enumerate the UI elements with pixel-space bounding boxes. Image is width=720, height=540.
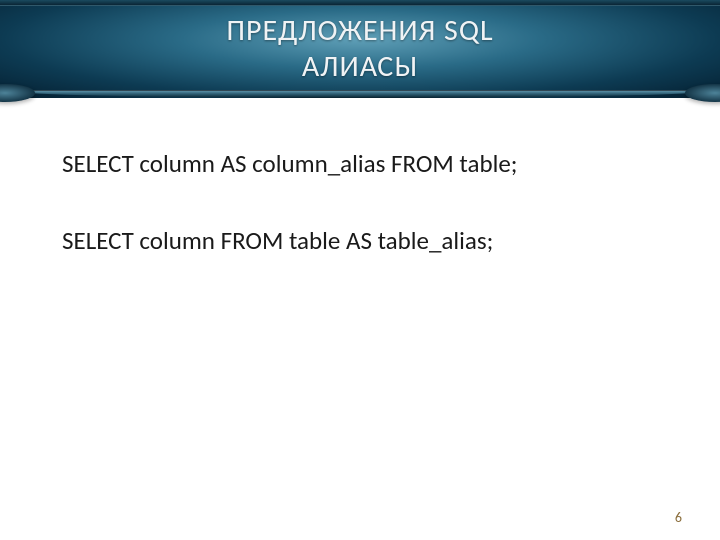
- slide-title-line1: ПРЕДЛОЖЕНИЯ SQL: [226, 13, 493, 49]
- sql-example-1: SELECT column AS column_alias FROM table…: [62, 148, 670, 179]
- slide-title-line2: АЛИАСЫ: [302, 49, 418, 85]
- slide-body: SELECT column AS column_alias FROM table…: [0, 98, 720, 256]
- sql-example-2: SELECT column FROM table AS table_alias;: [62, 225, 670, 256]
- page-number: 6: [675, 509, 682, 526]
- slide-header: ПРЕДЛОЖЕНИЯ SQL АЛИАСЫ: [0, 0, 720, 98]
- header-bottom-edge: [0, 90, 720, 98]
- header-top-edge: [0, 0, 720, 6]
